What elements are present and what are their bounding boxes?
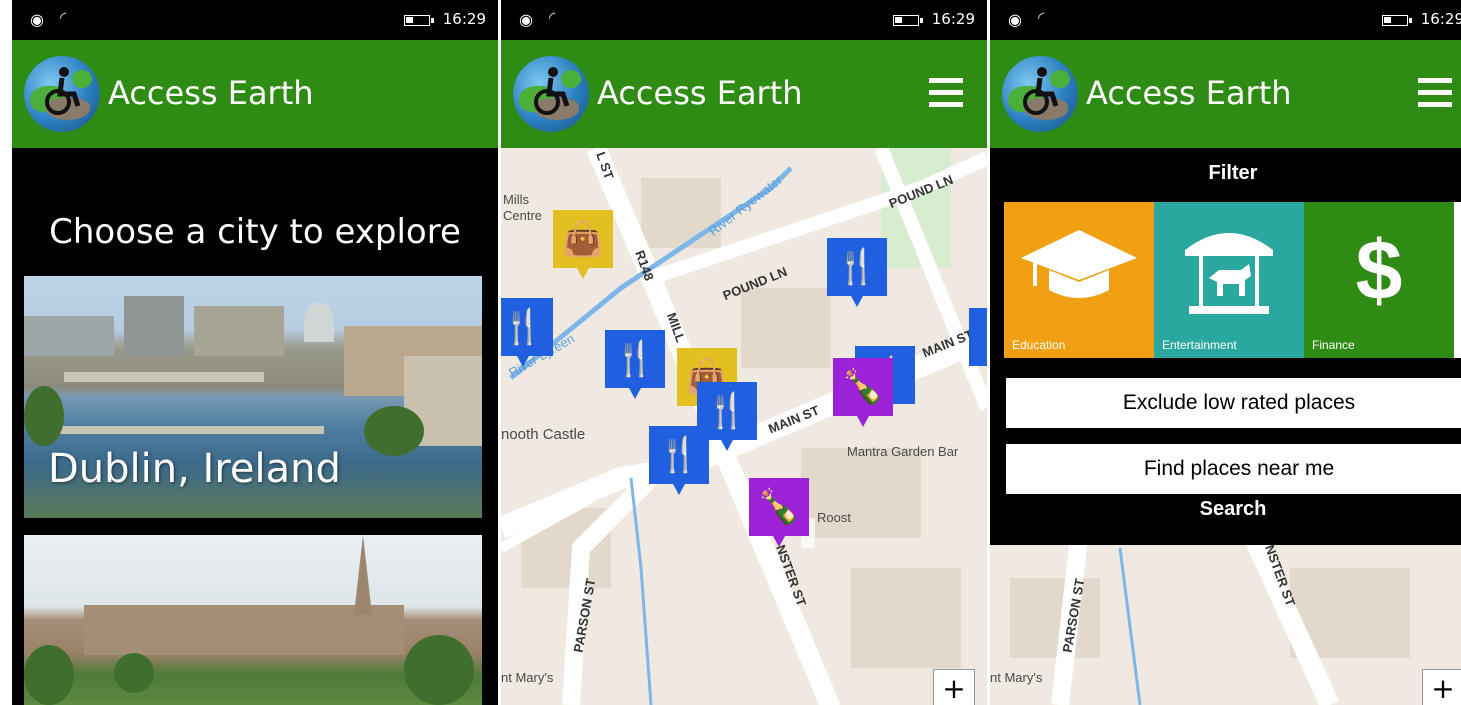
map-screen: ◉ ◜ 16:29 Access Earth Mills Centre L ST… [501, 0, 987, 705]
filter-title: Filter [1208, 162, 1258, 184]
category-next-partial[interactable] [1454, 202, 1461, 358]
battery-icon [893, 15, 923, 26]
dollar-icon: $ [1355, 223, 1403, 317]
app-bar: Access Earth [12, 40, 498, 148]
cutlery-icon: 🍴 [613, 339, 657, 379]
cutlery-icon: 🍴 [978, 317, 987, 357]
category-label: Education [1012, 338, 1066, 352]
search-title[interactable]: Search [990, 498, 1461, 521]
cutlery-icon: 🍴 [501, 307, 545, 347]
city-card-dublin[interactable]: Dublin, Ireland [24, 276, 482, 518]
clock: 16:29 [1420, 10, 1461, 28]
wifi-icon: ◜ [549, 8, 556, 27]
cutlery-icon: 🍴 [657, 435, 701, 475]
signal-icon: ◉ [519, 10, 533, 29]
access-earth-logo [1002, 56, 1078, 132]
hamburger-menu-icon[interactable] [929, 78, 963, 108]
map-label: nooth Castle [501, 426, 586, 443]
zoom-in-button[interactable]: + [1422, 669, 1461, 705]
bar-pin[interactable]: 🍾 [749, 478, 809, 547]
restaurant-pin[interactable]: 🍴 [501, 298, 553, 367]
find-near-me-button[interactable]: Find places near me [1006, 444, 1461, 494]
map-label: Mantra Garden Bar [847, 444, 959, 459]
bar-pin[interactable]: 🍾 [833, 358, 893, 427]
clock: 16:29 [442, 10, 486, 28]
cutlery-icon: 🍴 [705, 391, 749, 431]
wifi-icon: ◜ [1038, 8, 1045, 27]
map-label: Centre [503, 208, 543, 223]
filter-screen: ◉ ◜ 16:29 Access Earth PARSON ST NSTER S… [990, 0, 1461, 705]
restaurant-pin[interactable]: 🍴 [969, 308, 987, 366]
bottles-icon: 🍾 [841, 367, 885, 407]
access-earth-logo [24, 56, 100, 132]
restaurant-pin[interactable]: 🍴 [827, 238, 887, 307]
app-bar: Access Earth [501, 40, 987, 148]
access-earth-logo [513, 56, 589, 132]
zoom-in-button[interactable]: + [933, 669, 975, 705]
clock: 16:29 [931, 10, 975, 28]
app-title: Access Earth [597, 74, 803, 112]
city-chooser-screen: ◉ ◜ 16:29 Access Earth Choose a city to … [12, 0, 498, 705]
app-title: Access Earth [1086, 74, 1292, 112]
status-bar: ◉ ◜ 16:29 [12, 0, 498, 40]
app-title: Access Earth [108, 74, 314, 112]
category-label: Finance [1312, 338, 1355, 352]
map-label: Roost [817, 510, 851, 525]
category-education[interactable]: Education [1004, 202, 1154, 358]
restaurant-pin[interactable]: 🍴 [649, 426, 709, 495]
exclude-low-rated-button[interactable]: Exclude low rated places [1006, 378, 1461, 428]
category-label: Entertainment [1162, 338, 1237, 352]
graduation-cap-icon [1004, 220, 1154, 304]
bottles-icon: 🍾 [757, 487, 801, 527]
shop-pin[interactable]: 👜 [553, 210, 613, 279]
map-label: Mills [503, 192, 529, 207]
status-bar: ◉ ◜ 16:29 [501, 0, 987, 40]
cutlery-icon: 🍴 [835, 247, 879, 287]
hamburger-menu-icon[interactable] [1418, 78, 1452, 108]
city-name: Dublin, Ireland [48, 446, 341, 492]
wifi-icon: ◜ [60, 8, 67, 27]
app-bar: Access Earth [990, 40, 1461, 148]
category-finance[interactable]: $ Finance [1304, 202, 1454, 358]
restaurant-pin[interactable]: 🍴 [605, 330, 665, 399]
map-view[interactable]: Mills Centre L ST R148 MILL POUND LN POU… [501, 148, 987, 705]
carousel-icon [1154, 220, 1304, 324]
category-entertainment[interactable]: Entertainment [1154, 202, 1304, 358]
city-card-second[interactable] [24, 535, 482, 705]
choose-city-heading: Choose a city to explore [49, 212, 461, 252]
bag-icon: 👜 [561, 219, 605, 259]
battery-icon [1382, 15, 1412, 26]
status-bar: ◉ ◜ 16:29 [990, 0, 1461, 40]
map-label: nt Mary's [501, 670, 554, 685]
signal-icon: ◉ [1008, 10, 1022, 29]
filter-panel: Filter Education Entertainment $ Finance… [990, 148, 1461, 545]
signal-icon: ◉ [30, 10, 44, 29]
map-label: nt Mary's [990, 670, 1043, 685]
battery-icon [404, 15, 434, 26]
